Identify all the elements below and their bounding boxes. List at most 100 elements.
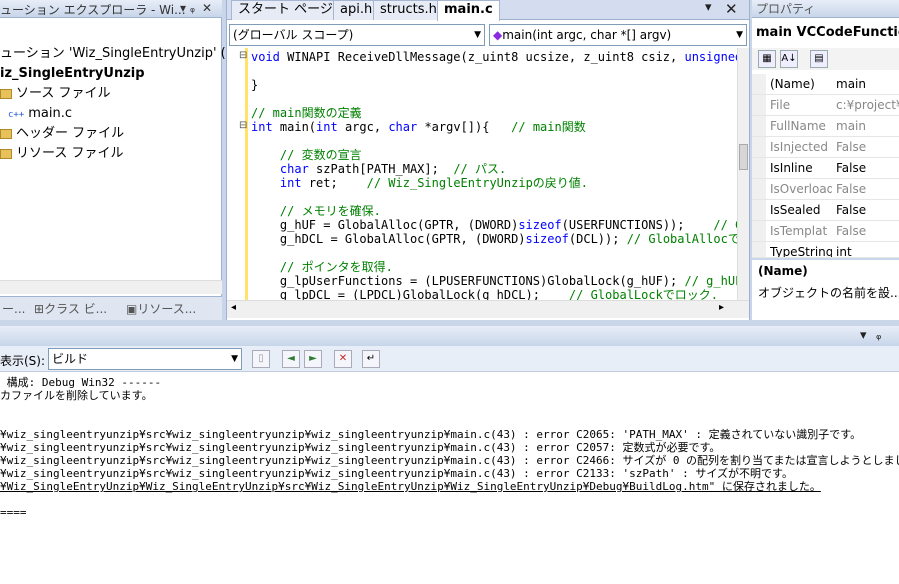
tree-item-label: main.c bbox=[28, 106, 73, 121]
code-line: int ret; // Wiz_SingleEntryUnzipの戻り値. bbox=[279, 176, 589, 190]
property-row[interactable]: TypeString int bbox=[752, 242, 899, 258]
output-line: 構成: Debug Win32 ------ bbox=[0, 376, 162, 389]
tab-structs-h[interactable]: structs.h bbox=[373, 0, 444, 20]
code-text-area[interactable]: ⊟ ⊟ void WINAPI ReceiveDllMessage(z_uint… bbox=[227, 48, 737, 300]
close-icon[interactable]: ✕ bbox=[202, 1, 212, 15]
document-tabstrip: スタート ページ api.h structs.h main.c ▾ ✕ bbox=[227, 0, 749, 21]
properties-titlebar: プロパティ bbox=[752, 0, 899, 18]
property-pages-icon[interactable]: ▤ bbox=[810, 50, 828, 68]
code-line: g_hUF = GlobalAlloc(GPTR, (DWORD)sizeof(… bbox=[251, 218, 737, 232]
description-title: (Name) bbox=[758, 264, 808, 278]
collapse-icon[interactable]: ⊟ bbox=[239, 120, 247, 131]
output-line: ¥wiz_singleentryunzip¥src¥wiz_singleentr… bbox=[0, 441, 721, 454]
properties-toolbar: ▦ A↓ ▤ bbox=[752, 48, 899, 70]
code-line: int main(int argc, char *argv[]){ // mai… bbox=[251, 120, 586, 134]
folder-icon bbox=[0, 148, 12, 159]
alphabetical-icon[interactable]: A↓ bbox=[780, 50, 798, 68]
tree-item-label: ソース ファイル bbox=[16, 86, 111, 101]
property-row[interactable]: (Name) main bbox=[752, 74, 899, 95]
word-wrap-icon[interactable]: ↵ bbox=[362, 350, 380, 368]
code-line: } bbox=[251, 78, 259, 92]
show-output-label: 表示(S): bbox=[0, 354, 46, 368]
dropdown-icon[interactable]: ▾ bbox=[180, 1, 186, 15]
code-line: void WINAPI ReceiveDllMessage(z_uint8 uc… bbox=[251, 50, 737, 64]
output-line: カファイルを削除しています。 bbox=[0, 389, 153, 402]
code-line: g_lpUserFunctions = (LPUSERFUNCTIONS)Glo… bbox=[251, 274, 737, 288]
code-editor-panel: スタート ページ api.h structs.h main.c ▾ ✕ (グロー… bbox=[226, 0, 750, 320]
chevron-down-icon: ▼ bbox=[474, 30, 481, 40]
output-line: ¥wiz_singleentryunzip¥src¥wiz_singleentr… bbox=[0, 428, 862, 441]
solution-label: ューション 'Wiz_SingleEntryUnzip' (1 プ bbox=[0, 46, 252, 61]
collapse-icon[interactable]: ⊟ bbox=[239, 50, 247, 61]
property-row[interactable]: IsOverload False bbox=[752, 179, 899, 200]
description-text: オブジェクトの名前を設... bbox=[758, 286, 899, 300]
output-source-select[interactable]: ビルド ▼ bbox=[48, 348, 242, 370]
tab-solution-explorer[interactable]: ー... bbox=[2, 299, 25, 319]
tab-main-c[interactable]: main.c bbox=[437, 0, 500, 21]
property-row[interactable]: IsInjected False bbox=[752, 137, 899, 158]
scope-combo[interactable]: (グローバル スコープ) ▼ bbox=[229, 24, 485, 46]
output-line: ¥wiz_singleentryunzip¥src¥wiz_singleentr… bbox=[0, 467, 793, 480]
output-line: ==== bbox=[0, 506, 27, 519]
clear-all-icon[interactable]: ✕ bbox=[334, 350, 352, 368]
property-row[interactable]: IsInline False bbox=[752, 158, 899, 179]
tab-resource-view[interactable]: ▣リソース... bbox=[126, 299, 196, 319]
pin-icon[interactable]: ᵩ bbox=[876, 328, 881, 343]
change-tracking-bar bbox=[245, 48, 248, 300]
tab-start-page[interactable]: スタート ページ bbox=[231, 0, 340, 20]
dropdown-icon[interactable]: ▾ bbox=[860, 328, 867, 343]
tree-item-main-c[interactable]: c++ main.c bbox=[8, 104, 72, 124]
solution-explorer-panel: ューション エクスプローラ - Wi... ▾ ᵩ ✕ ューション 'Wiz_S… bbox=[0, 0, 251, 320]
dropdown-icon[interactable]: ▾ bbox=[705, 0, 712, 15]
property-row[interactable]: IsTemplat False bbox=[752, 221, 899, 242]
chevron-down-icon: ▼ bbox=[231, 354, 238, 364]
project-node[interactable]: iz_SingleEntryUnzip bbox=[0, 64, 145, 84]
output-text-area[interactable]: 構成: Debug Win32 ------ カファイルを削除しています。 ¥w… bbox=[0, 372, 899, 584]
code-line: // main関数の定義 bbox=[251, 106, 362, 120]
project-label: iz_SingleEntryUnzip bbox=[0, 66, 145, 81]
scroll-left-icon[interactable]: ◂ bbox=[231, 302, 236, 313]
property-row[interactable]: IsSealed False bbox=[752, 200, 899, 221]
method-icon: ◆ bbox=[493, 28, 503, 42]
tree-item-label: リソース ファイル bbox=[16, 146, 124, 161]
find-message-icon[interactable]: ▯ bbox=[252, 350, 270, 368]
output-source-value: ビルド bbox=[52, 352, 89, 366]
code-line: // 変数の宣言 bbox=[251, 148, 362, 162]
property-row[interactable]: FullName main bbox=[752, 116, 899, 137]
properties-object-selector[interactable]: main VCCodeFunction bbox=[752, 22, 899, 44]
tree-item-resource-files[interactable]: リソース ファイル bbox=[0, 144, 123, 164]
solution-node[interactable]: ューション 'Wiz_SingleEntryUnzip' (1 プ bbox=[0, 44, 251, 64]
categorized-icon[interactable]: ▦ bbox=[758, 50, 776, 68]
function-combo[interactable]: ◆main(int argc, char *[] argv) ▼ bbox=[489, 24, 747, 46]
property-description: (Name) オブジェクトの名前を設... bbox=[752, 258, 899, 320]
output-toolbar: 表示(S): ビルド ▼ ▯ ◄ ► ✕ ↵ bbox=[0, 346, 899, 372]
editor-vscroll[interactable] bbox=[737, 48, 749, 300]
property-row[interactable]: File c:¥project¥ bbox=[752, 95, 899, 116]
solution-bottom-tabs: ー... ⊞クラス ビ... ▣リソース... bbox=[0, 296, 222, 320]
resource-view-icon: ▣ bbox=[126, 302, 138, 316]
tree-item-header-files[interactable]: ヘッダー ファイル bbox=[0, 124, 124, 144]
code-line: // メモリを確保. bbox=[251, 204, 381, 218]
output-line: ¥Wiz_SingleEntryUnzip¥Wiz_SingleEntryUnz… bbox=[0, 480, 821, 493]
code-line: g_lpDCL = (LPDCL)GlobalLock(g_hDCL); // … bbox=[251, 288, 719, 300]
output-line: ¥wiz_singleentryunzip¥src¥wiz_singleentr… bbox=[0, 454, 899, 467]
next-message-icon[interactable]: ► bbox=[304, 350, 322, 368]
vscroll-thumb[interactable] bbox=[739, 144, 748, 170]
class-view-icon: ⊞ bbox=[34, 302, 45, 316]
scroll-right-icon[interactable]: ▸ bbox=[719, 302, 724, 313]
folder-icon bbox=[0, 128, 12, 139]
chevron-down-icon: ▼ bbox=[736, 30, 743, 40]
previous-message-icon[interactable]: ◄ bbox=[282, 350, 300, 368]
solution-hscroll[interactable] bbox=[0, 280, 222, 294]
tree-item-source-files[interactable]: ソース ファイル bbox=[0, 84, 110, 104]
editor-navbar: (グローバル スコープ) ▼ ◆main(int argc, char *[] a… bbox=[227, 22, 749, 48]
scope-combo-value: (グローバル スコープ) bbox=[233, 28, 354, 42]
code-line: g_hDCL = GlobalAlloc(GPTR, (DWORD)sizeof… bbox=[251, 232, 737, 246]
tab-class-view[interactable]: ⊞クラス ビ... bbox=[34, 299, 107, 319]
pin-icon[interactable]: ᵩ bbox=[190, 1, 195, 15]
close-icon[interactable]: ✕ bbox=[725, 0, 738, 18]
solution-explorer-titlebar: ューション エクスプローラ - Wi... ▾ ᵩ ✕ bbox=[0, 0, 222, 18]
tab-label: リソース... bbox=[137, 302, 197, 316]
editor-hscroll[interactable]: ◂ ▸ bbox=[227, 300, 749, 318]
code-line: char szPath[PATH_MAX]; // パス. bbox=[279, 162, 507, 176]
